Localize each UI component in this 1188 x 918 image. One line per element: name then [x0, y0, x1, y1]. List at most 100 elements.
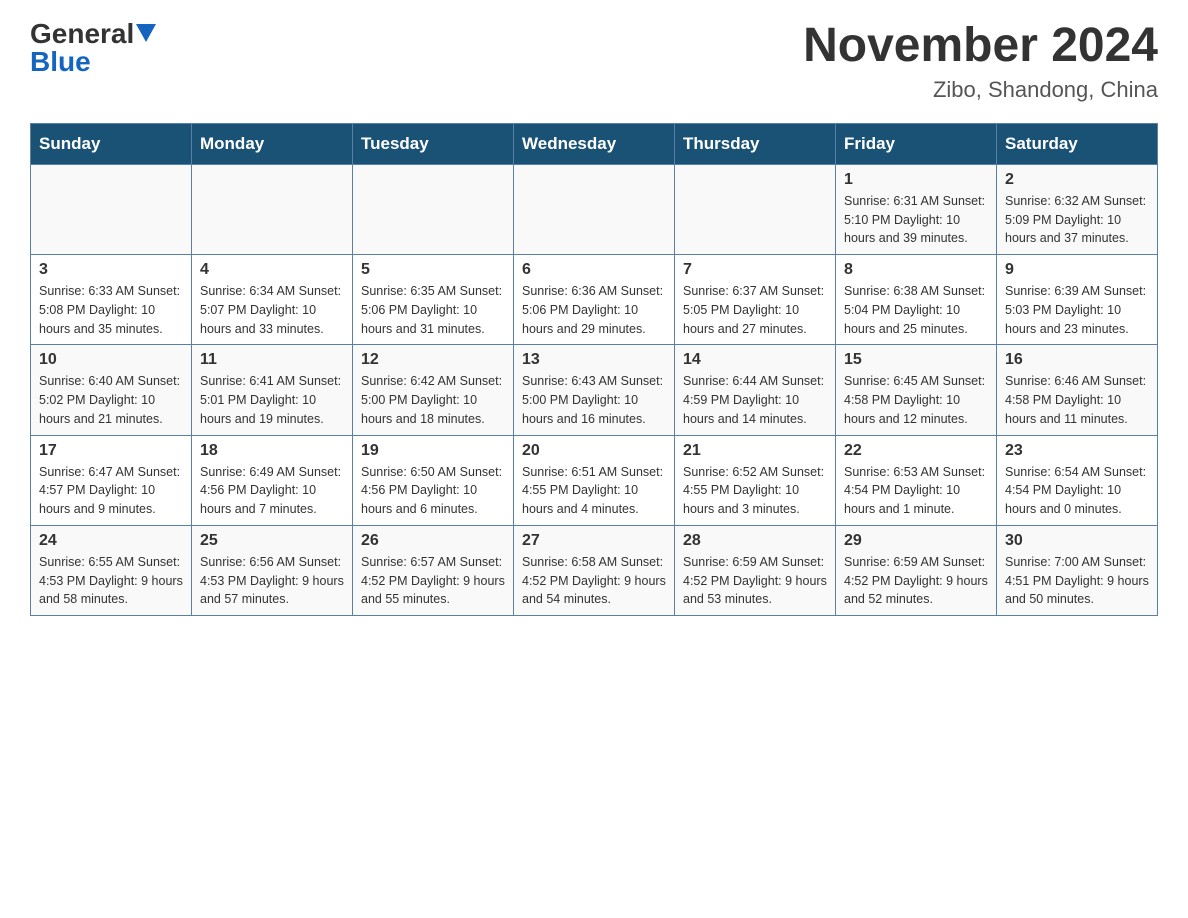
- logo-triangle-icon: [136, 24, 156, 44]
- day-info: Sunrise: 6:54 AM Sunset: 4:54 PM Dayligh…: [1005, 463, 1149, 519]
- calendar-week-row: 1Sunrise: 6:31 AM Sunset: 5:10 PM Daylig…: [31, 164, 1158, 254]
- calendar-day-cell: 12 Sunrise: 6:42 AM Sunset: 5:00 PM Dayli…: [353, 345, 514, 435]
- day-number: 4: [200, 261, 344, 279]
- calendar-day-cell: 17Sunrise: 6:47 AM Sunset: 4:57 PM Dayli…: [31, 435, 192, 525]
- calendar-day-cell: 13 Sunrise: 6:43 AM Sunset: 5:00 PM Dayli…: [514, 345, 675, 435]
- calendar-table: SundayMondayTuesdayWednesdayThursdayFrid…: [30, 123, 1158, 616]
- calendar-day-cell: 23 Sunrise: 6:54 AM Sunset: 4:54 PM Dayli…: [997, 435, 1158, 525]
- calendar-day-cell: 19Sunrise: 6:50 AM Sunset: 4:56 PM Dayli…: [353, 435, 514, 525]
- day-number: 8: [844, 261, 988, 279]
- day-number: 9: [1005, 261, 1149, 279]
- logo: General Blue: [30, 20, 156, 76]
- calendar-day-cell: [192, 164, 353, 254]
- day-info: Sunrise: 6:37 AM Sunset: 5:05 PM Dayligh…: [683, 282, 827, 338]
- calendar-day-cell: 28Sunrise: 6:59 AM Sunset: 4:52 PM Dayli…: [675, 525, 836, 615]
- day-number: 17: [39, 442, 183, 460]
- calendar-week-row: 17Sunrise: 6:47 AM Sunset: 4:57 PM Dayli…: [31, 435, 1158, 525]
- day-number: 27: [522, 532, 666, 550]
- calendar-body: 1Sunrise: 6:31 AM Sunset: 5:10 PM Daylig…: [31, 164, 1158, 615]
- calendar-day-cell: 2Sunrise: 6:32 AM Sunset: 5:09 PM Daylig…: [997, 164, 1158, 254]
- day-number: 10: [39, 351, 183, 369]
- calendar-day-cell: 7 Sunrise: 6:37 AM Sunset: 5:05 PM Daylig…: [675, 255, 836, 345]
- day-number: 29: [844, 532, 988, 550]
- day-info: Sunrise: 6:40 AM Sunset: 5:02 PM Dayligh…: [39, 372, 183, 428]
- calendar-header: SundayMondayTuesdayWednesdayThursdayFrid…: [31, 123, 1158, 164]
- calendar-day-cell: 4 Sunrise: 6:34 AM Sunset: 5:07 PM Daylig…: [192, 255, 353, 345]
- calendar-week-row: 24Sunrise: 6:55 AM Sunset: 4:53 PM Dayli…: [31, 525, 1158, 615]
- calendar-day-cell: 1Sunrise: 6:31 AM Sunset: 5:10 PM Daylig…: [836, 164, 997, 254]
- day-of-week-header: Sunday: [31, 123, 192, 164]
- day-info: Sunrise: 6:59 AM Sunset: 4:52 PM Dayligh…: [683, 553, 827, 609]
- day-of-week-header: Wednesday: [514, 123, 675, 164]
- day-number: 7: [683, 261, 827, 279]
- calendar-day-cell: 5Sunrise: 6:35 AM Sunset: 5:06 PM Daylig…: [353, 255, 514, 345]
- calendar-day-cell: 3 Sunrise: 6:33 AM Sunset: 5:08 PM Daylig…: [31, 255, 192, 345]
- calendar-week-row: 10 Sunrise: 6:40 AM Sunset: 5:02 PM Dayli…: [31, 345, 1158, 435]
- day-number: 1: [844, 171, 988, 189]
- day-number: 6: [522, 261, 666, 279]
- calendar-day-cell: 14Sunrise: 6:44 AM Sunset: 4:59 PM Dayli…: [675, 345, 836, 435]
- day-info: Sunrise: 6:33 AM Sunset: 5:08 PM Dayligh…: [39, 282, 183, 338]
- day-info: Sunrise: 6:42 AM Sunset: 5:00 PM Dayligh…: [361, 372, 505, 428]
- day-info: Sunrise: 6:45 AM Sunset: 4:58 PM Dayligh…: [844, 372, 988, 428]
- calendar-day-cell: 24Sunrise: 6:55 AM Sunset: 4:53 PM Dayli…: [31, 525, 192, 615]
- day-number: 13: [522, 351, 666, 369]
- day-number: 21: [683, 442, 827, 460]
- calendar-day-cell: 9 Sunrise: 6:39 AM Sunset: 5:03 PM Daylig…: [997, 255, 1158, 345]
- day-info: Sunrise: 7:00 AM Sunset: 4:51 PM Dayligh…: [1005, 553, 1149, 609]
- day-info: Sunrise: 6:59 AM Sunset: 4:52 PM Dayligh…: [844, 553, 988, 609]
- day-number: 14: [683, 351, 827, 369]
- calendar-day-cell: [514, 164, 675, 254]
- day-number: 22: [844, 442, 988, 460]
- day-number: 15: [844, 351, 988, 369]
- title-block: November 2024 Zibo, Shandong, China: [803, 20, 1158, 103]
- day-of-week-header: Monday: [192, 123, 353, 164]
- day-info: Sunrise: 6:56 AM Sunset: 4:53 PM Dayligh…: [200, 553, 344, 609]
- calendar-day-cell: 15 Sunrise: 6:45 AM Sunset: 4:58 PM Dayli…: [836, 345, 997, 435]
- day-of-week-header: Thursday: [675, 123, 836, 164]
- day-of-week-header: Tuesday: [353, 123, 514, 164]
- day-info: Sunrise: 6:52 AM Sunset: 4:55 PM Dayligh…: [683, 463, 827, 519]
- calendar-day-cell: 20 Sunrise: 6:51 AM Sunset: 4:55 PM Dayli…: [514, 435, 675, 525]
- month-title: November 2024: [803, 20, 1158, 73]
- page-header: General Blue November 2024 Zibo, Shandon…: [30, 20, 1158, 103]
- day-info: Sunrise: 6:58 AM Sunset: 4:52 PM Dayligh…: [522, 553, 666, 609]
- day-info: Sunrise: 6:43 AM Sunset: 5:00 PM Dayligh…: [522, 372, 666, 428]
- logo-general-text: General: [30, 20, 134, 48]
- calendar-day-cell: [31, 164, 192, 254]
- calendar-day-cell: 8Sunrise: 6:38 AM Sunset: 5:04 PM Daylig…: [836, 255, 997, 345]
- calendar-day-cell: 29 Sunrise: 6:59 AM Sunset: 4:52 PM Dayli…: [836, 525, 997, 615]
- day-number: 25: [200, 532, 344, 550]
- day-info: Sunrise: 6:34 AM Sunset: 5:07 PM Dayligh…: [200, 282, 344, 338]
- day-number: 11: [200, 351, 344, 369]
- day-number: 20: [522, 442, 666, 460]
- calendar-week-row: 3 Sunrise: 6:33 AM Sunset: 5:08 PM Daylig…: [31, 255, 1158, 345]
- day-info: Sunrise: 6:32 AM Sunset: 5:09 PM Dayligh…: [1005, 192, 1149, 248]
- calendar-day-cell: [675, 164, 836, 254]
- day-of-week-header: Saturday: [997, 123, 1158, 164]
- day-info: Sunrise: 6:50 AM Sunset: 4:56 PM Dayligh…: [361, 463, 505, 519]
- day-number: 26: [361, 532, 505, 550]
- day-info: Sunrise: 6:46 AM Sunset: 4:58 PM Dayligh…: [1005, 372, 1149, 428]
- location-text: Zibo, Shandong, China: [803, 77, 1158, 103]
- calendar-day-cell: 26 Sunrise: 6:57 AM Sunset: 4:52 PM Dayli…: [353, 525, 514, 615]
- day-number: 12: [361, 351, 505, 369]
- calendar-day-cell: 11 Sunrise: 6:41 AM Sunset: 5:01 PM Dayli…: [192, 345, 353, 435]
- day-info: Sunrise: 6:39 AM Sunset: 5:03 PM Dayligh…: [1005, 282, 1149, 338]
- day-number: 23: [1005, 442, 1149, 460]
- day-info: Sunrise: 6:57 AM Sunset: 4:52 PM Dayligh…: [361, 553, 505, 609]
- day-info: Sunrise: 6:49 AM Sunset: 4:56 PM Dayligh…: [200, 463, 344, 519]
- day-number: 30: [1005, 532, 1149, 550]
- day-info: Sunrise: 6:41 AM Sunset: 5:01 PM Dayligh…: [200, 372, 344, 428]
- calendar-day-cell: 10 Sunrise: 6:40 AM Sunset: 5:02 PM Dayli…: [31, 345, 192, 435]
- day-info: Sunrise: 6:53 AM Sunset: 4:54 PM Dayligh…: [844, 463, 988, 519]
- day-of-week-header: Friday: [836, 123, 997, 164]
- day-number: 3: [39, 261, 183, 279]
- day-info: Sunrise: 6:51 AM Sunset: 4:55 PM Dayligh…: [522, 463, 666, 519]
- calendar-day-cell: [353, 164, 514, 254]
- calendar-day-cell: 22 Sunrise: 6:53 AM Sunset: 4:54 PM Dayli…: [836, 435, 997, 525]
- day-number: 18: [200, 442, 344, 460]
- logo-blue-text: Blue: [30, 48, 91, 76]
- calendar-day-cell: 6Sunrise: 6:36 AM Sunset: 5:06 PM Daylig…: [514, 255, 675, 345]
- day-number: 5: [361, 261, 505, 279]
